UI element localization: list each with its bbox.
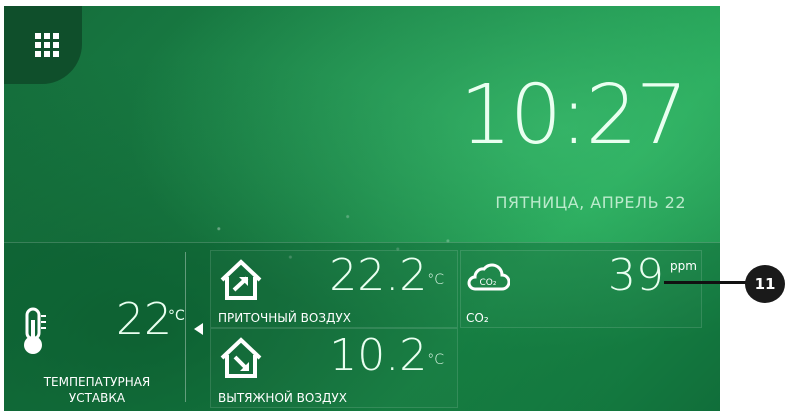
exhaust-air-number: 10.2 bbox=[329, 330, 428, 381]
supply-air-number: 22.2 bbox=[329, 250, 428, 301]
house-arrow-out-icon bbox=[218, 336, 264, 384]
setpoint-value[interactable]: 22 °C bbox=[116, 294, 185, 345]
callout-badge: 11 bbox=[745, 265, 785, 303]
supply-air-value: 22.2°C bbox=[304, 252, 444, 300]
thermostat-screen: 10:27 ПЯТНИЦА, АПРЕЛЬ 22 22 °C ТЕМПЕПАТУР… bbox=[4, 6, 720, 411]
panel-divider bbox=[185, 252, 186, 402]
grid-menu-icon bbox=[35, 33, 59, 57]
supply-air-label: ПРИТОЧНЫЙ ВОЗДУХ bbox=[218, 311, 351, 325]
setpoint-label-line1: ТЕМПЕПАТУРНАЯ bbox=[43, 375, 151, 389]
thermometer-icon bbox=[16, 306, 50, 360]
co2-unit: ppm bbox=[670, 259, 697, 273]
exhaust-air-label: ВЫТЯЖНОЙ ВОЗДУХ bbox=[218, 391, 347, 405]
supply-air-unit: °C bbox=[427, 272, 444, 288]
callout-line bbox=[664, 281, 748, 284]
co2-value: 39 bbox=[564, 252, 664, 300]
co2-icon-text: CO₂ bbox=[480, 278, 497, 288]
arrow-left-icon[interactable] bbox=[194, 323, 203, 335]
setpoint-label: ТЕМПЕПАТУРНАЯ УСТАВКА bbox=[12, 374, 182, 406]
exhaust-air-value: 10.2°C bbox=[304, 332, 444, 380]
clock-date: ПЯТНИЦА, АПРЕЛЬ 22 bbox=[495, 193, 686, 212]
setpoint-unit: °C bbox=[168, 308, 185, 324]
setpoint-label-line2: УСТАВКА bbox=[68, 391, 126, 405]
co2-number: 39 bbox=[608, 250, 664, 301]
exhaust-air-unit: °C bbox=[427, 352, 444, 368]
menu-button[interactable] bbox=[4, 6, 82, 84]
house-arrow-in-icon bbox=[218, 258, 264, 306]
setpoint-number: 22 bbox=[116, 294, 172, 345]
co2-label: CO₂ bbox=[466, 311, 489, 325]
clock-time: 10:27 bbox=[459, 68, 688, 163]
cloud-co2-icon: CO₂ bbox=[466, 262, 511, 296]
